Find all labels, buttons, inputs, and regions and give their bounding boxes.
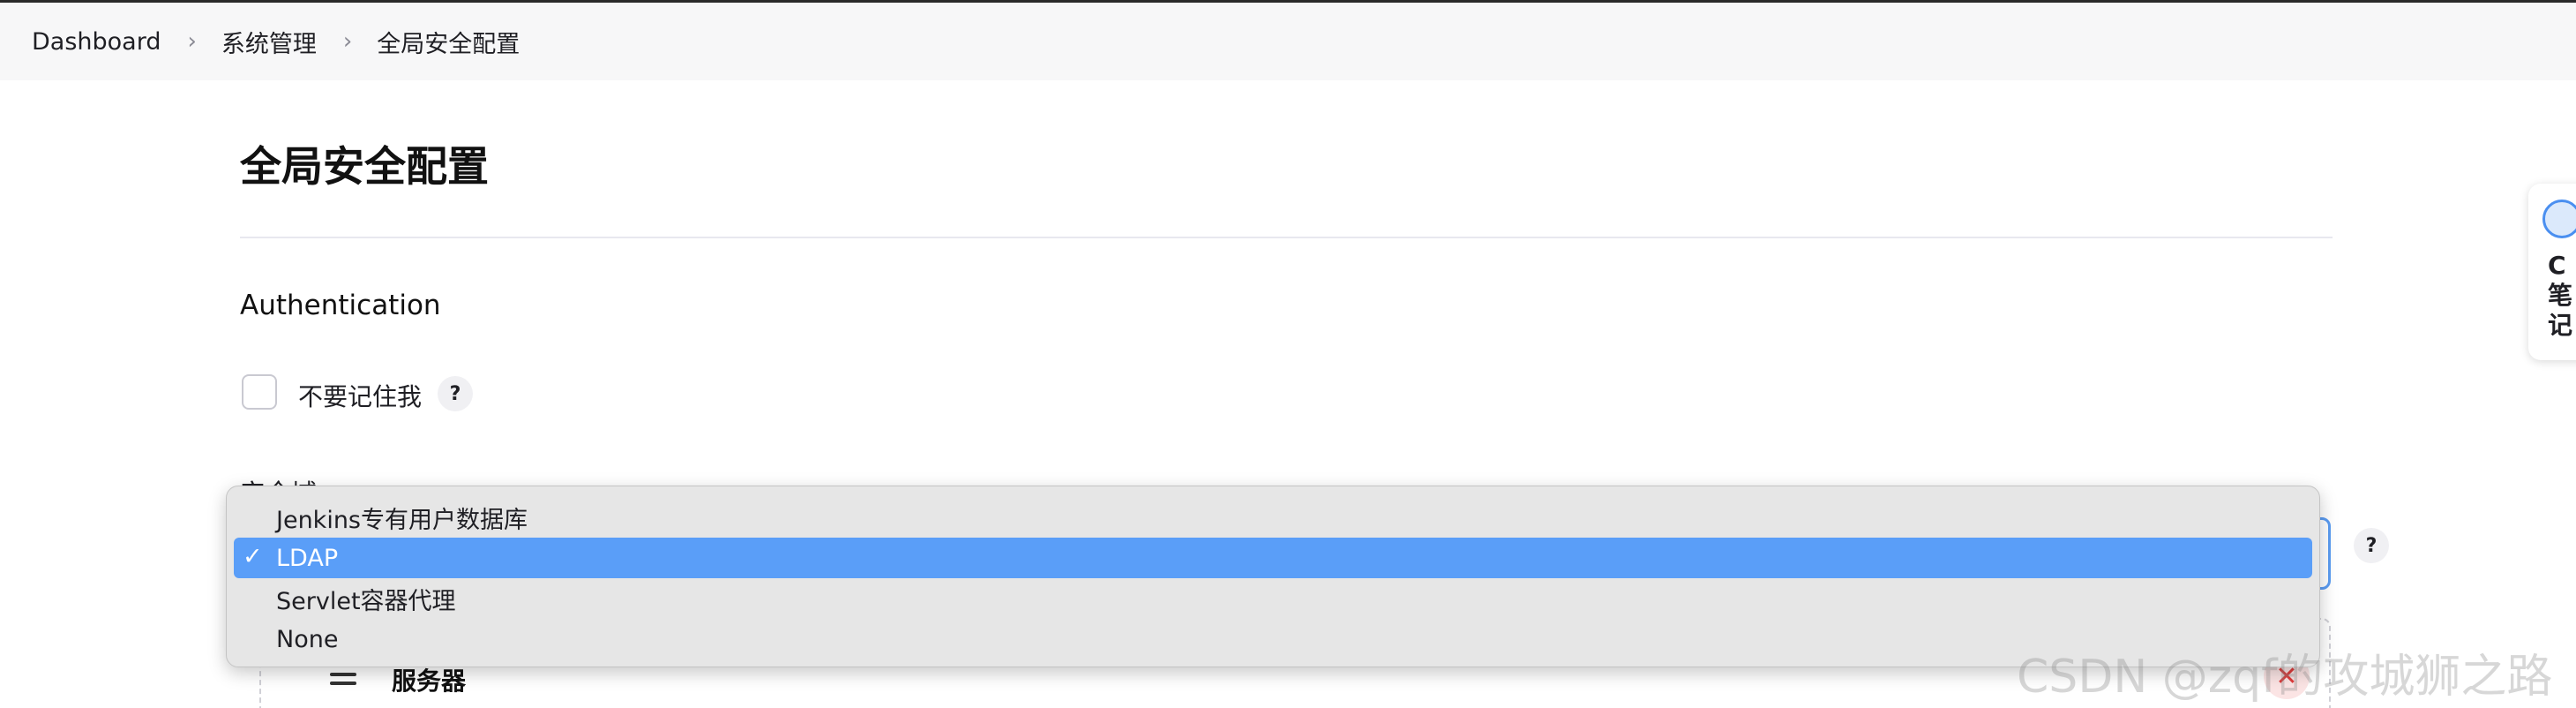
- security-realm-help-icon[interactable]: ?: [2354, 528, 2389, 563]
- checkmark-icon: ✓: [243, 543, 263, 570]
- remember-me-help-icon[interactable]: ?: [438, 376, 473, 411]
- breadcrumb-system-management[interactable]: 系统管理: [221, 25, 317, 59]
- remember-me-label: 不要记住我: [298, 382, 423, 411]
- page: Dashboard › 系统管理 › 全局安全配置 全局安全配置 Authent…: [0, 0, 2576, 708]
- divider: [240, 237, 2333, 238]
- option-none[interactable]: None: [234, 619, 2312, 659]
- breadcrumb-dashboard[interactable]: Dashboard: [32, 28, 161, 56]
- remember-me-checkbox[interactable]: [242, 374, 277, 410]
- option-label: None: [276, 625, 339, 653]
- drag-handle-icon[interactable]: [330, 664, 356, 690]
- breadcrumb-global-security[interactable]: 全局安全配置: [377, 25, 520, 59]
- security-realm-dropdown: Jenkins专有用户数据库 ✓ LDAP Servlet容器代理 None: [226, 486, 2320, 667]
- option-ldap[interactable]: ✓ LDAP: [234, 538, 2312, 578]
- option-label: Jenkins专有用户数据库: [276, 506, 528, 534]
- chevron-right-icon: ›: [342, 28, 353, 55]
- breadcrumb: Dashboard › 系统管理 › 全局安全配置: [0, 3, 2576, 80]
- side-notes-widget[interactable]: C 笔 记: [2528, 184, 2576, 360]
- authentication-section-title: Authentication: [240, 290, 441, 321]
- page-title: 全局安全配置: [240, 143, 489, 192]
- option-label: LDAP: [276, 544, 339, 572]
- chevron-right-icon: ›: [187, 28, 197, 55]
- watermark: CSDN @zqf的攻城狮之路: [2017, 651, 2553, 704]
- server-card-title: 服务器: [392, 667, 467, 696]
- notes-icon: [2542, 200, 2576, 238]
- side-widget-text: C 笔 记: [2548, 251, 2573, 340]
- option-label: Servlet容器代理: [276, 587, 456, 615]
- option-jenkins-user-db[interactable]: Jenkins专有用户数据库: [234, 497, 2312, 538]
- option-servlet-container[interactable]: Servlet容器代理: [234, 578, 2312, 619]
